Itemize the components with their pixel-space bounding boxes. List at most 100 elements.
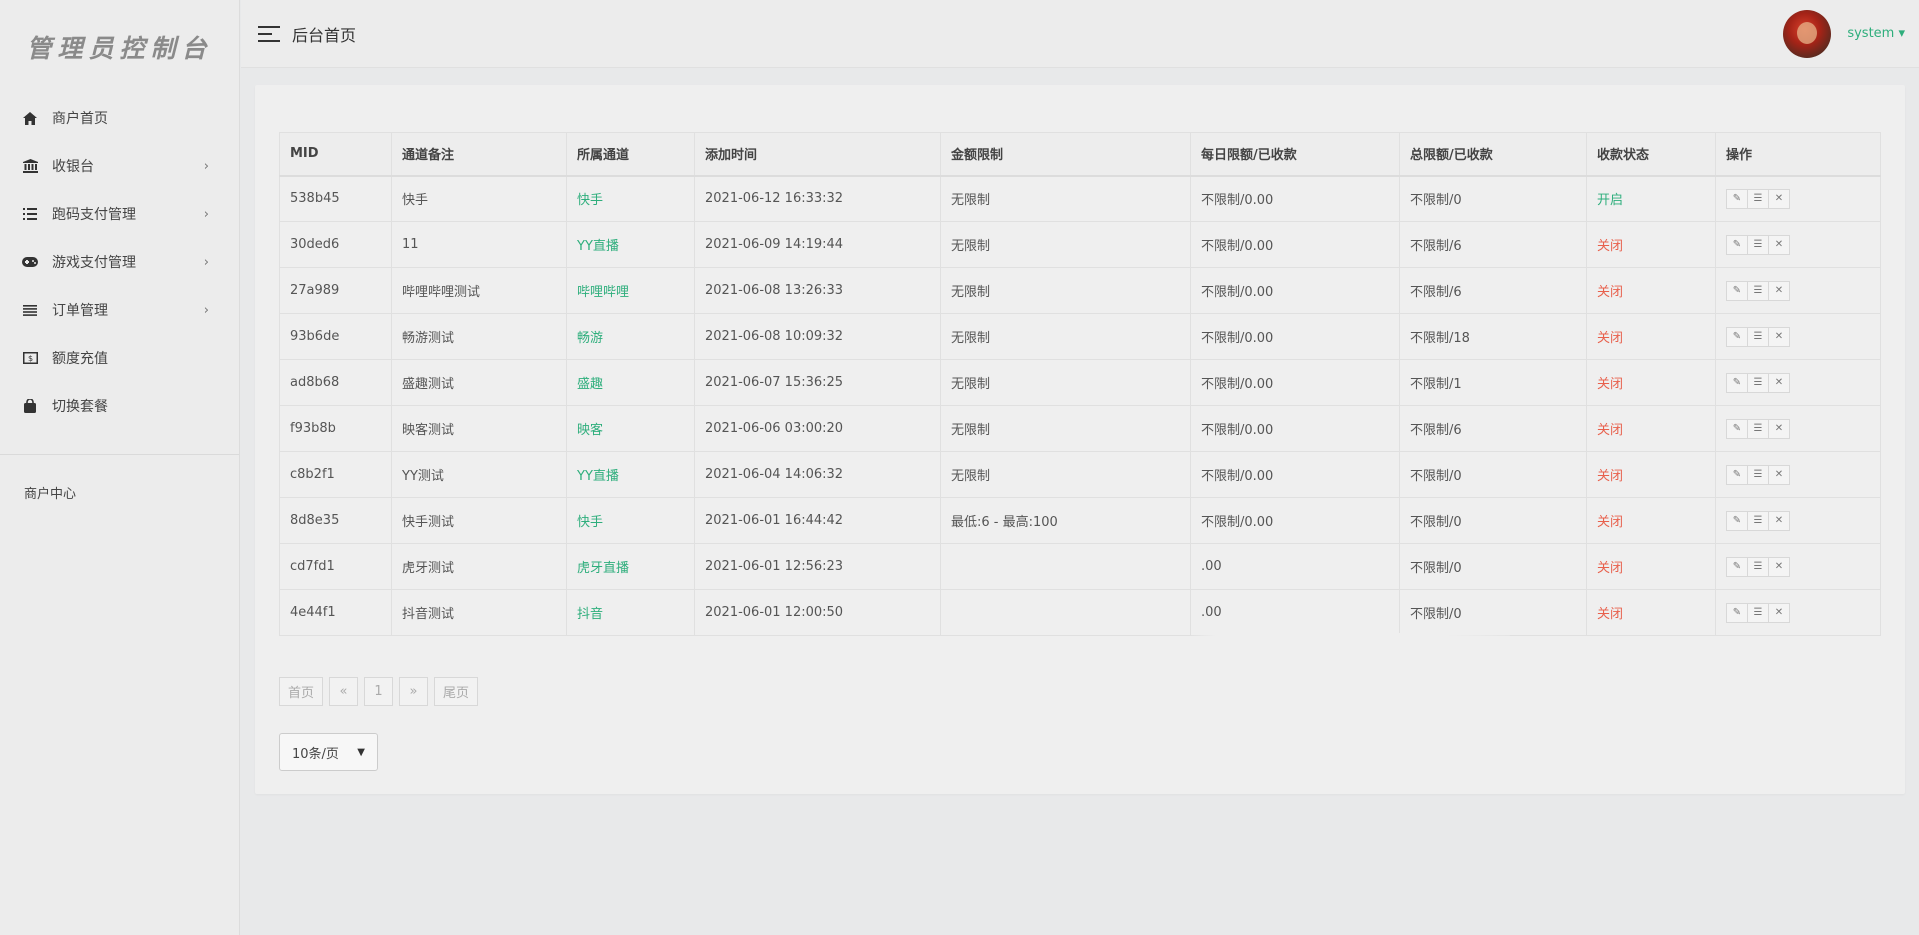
edit-icon: ✎ [1732, 239, 1742, 250]
delete-button[interactable]: ✕ [1768, 418, 1790, 439]
delete-button[interactable]: ✕ [1768, 234, 1790, 255]
table-row: f93b8b 映客测试 映客 2021-06-06 03:00:20 无限制 不限制/0.… [279, 405, 1881, 452]
delete-icon: ✕ [1774, 331, 1784, 342]
chevron-down-icon: ▼ [357, 746, 365, 758]
delete-icon: ✕ [1774, 423, 1784, 434]
detail-button[interactable]: ☰ [1747, 464, 1769, 485]
cell-amount-limit: 无限制 [940, 405, 1191, 452]
edit-button[interactable]: ✎ [1726, 602, 1748, 623]
edit-button[interactable]: ✎ [1726, 234, 1748, 255]
cell-mid: 27a989 [279, 267, 392, 314]
cell-mid: cd7fd1 [279, 543, 392, 590]
sidebar-item-orders[interactable]: 订单管理 › [0, 286, 239, 334]
last-page-button[interactable]: 尾页 [434, 677, 479, 706]
table-row: 30ded6 11 YY直播 2021-06-09 14:19:44 无限制 不限制/0.… [279, 221, 1881, 268]
edit-button[interactable]: ✎ [1726, 372, 1748, 393]
sidebar-item-label: 跑码支付管理 [52, 207, 136, 223]
sidebar-menu: 商户首页 收银台 › 跑码支付管理 › 游戏支付管理 › 订单管理 › $ 额度… [0, 94, 239, 430]
detail-button[interactable]: ☰ [1747, 280, 1769, 301]
delete-button[interactable]: ✕ [1768, 510, 1790, 531]
cell-total-limit: 不限制/0 [1399, 497, 1587, 544]
cell-channel: 快手 [566, 175, 695, 222]
detail-button[interactable]: ☰ [1747, 602, 1769, 623]
cell-amount-limit [940, 589, 1191, 636]
edit-icon: ✎ [1732, 331, 1742, 342]
cell-daily-limit: 不限制/0.00 [1190, 405, 1400, 452]
detail-button[interactable]: ☰ [1747, 326, 1769, 347]
detail-button[interactable]: ☰ [1747, 372, 1769, 393]
table-row: 27a989 哔哩哔哩测试 哔哩哔哩 2021-06-08 13:26:33 无限制 不限… [279, 267, 1881, 314]
delete-button[interactable]: ✕ [1768, 280, 1790, 301]
edit-button[interactable]: ✎ [1726, 556, 1748, 577]
cell-actions: ✎ ☰ ✕ [1715, 589, 1881, 636]
edit-icon: ✎ [1732, 377, 1742, 388]
sidebar-item-code-payment[interactable]: 跑码支付管理 › [0, 190, 239, 238]
edit-button[interactable]: ✎ [1726, 510, 1748, 531]
username-label: system [1847, 26, 1895, 41]
delete-button[interactable]: ✕ [1768, 602, 1790, 623]
cell-remark: YY测试 [391, 451, 567, 498]
detail-icon: ☰ [1753, 239, 1763, 250]
column-header-status: 收款状态 [1586, 132, 1716, 177]
cell-time: 2021-06-06 03:00:20 [694, 405, 941, 452]
sidebar-item-recharge[interactable]: $ 额度充值 [0, 334, 239, 382]
detail-button[interactable]: ☰ [1747, 556, 1769, 577]
detail-icon: ☰ [1753, 561, 1763, 572]
table-row: 538b45 快手 快手 2021-06-12 16:33:32 无限制 不限制/0.00… [279, 175, 1881, 222]
cell-actions: ✎ ☰ ✕ [1715, 359, 1881, 406]
edit-button[interactable]: ✎ [1726, 326, 1748, 347]
bank-icon [22, 158, 38, 174]
cell-time: 2021-06-01 12:56:23 [694, 543, 941, 590]
delete-button[interactable]: ✕ [1768, 372, 1790, 393]
cell-channel: 映客 [566, 405, 695, 452]
detail-button[interactable]: ☰ [1747, 510, 1769, 531]
content-panel: MID 通道备注 所属通道 添加时间 金额限制 每日限额/已收款 总限额/已收款… [255, 85, 1905, 794]
page-number-button[interactable]: 1 [364, 677, 394, 706]
edit-button[interactable]: ✎ [1726, 464, 1748, 485]
next-page-button[interactable]: » [399, 677, 429, 706]
sidebar-item-switch-plan[interactable]: 切换套餐 [0, 382, 239, 430]
edit-button[interactable]: ✎ [1726, 188, 1748, 209]
table-header-row: MID 通道备注 所属通道 添加时间 金额限制 每日限额/已收款 总限额/已收款… [279, 132, 1881, 177]
sidebar-item-cashier[interactable]: 收银台 › [0, 142, 239, 190]
detail-button[interactable]: ☰ [1747, 188, 1769, 209]
detail-button[interactable]: ☰ [1747, 418, 1769, 439]
cell-actions: ✎ ☰ ✕ [1715, 313, 1881, 360]
cell-total-limit: 不限制/0 [1399, 451, 1587, 498]
user-menu[interactable]: system ▾ [1847, 26, 1905, 41]
detail-button[interactable]: ☰ [1747, 234, 1769, 255]
cell-status: 关闭 [1586, 543, 1716, 590]
prev-page-button[interactable]: « [329, 677, 359, 706]
edit-button[interactable]: ✎ [1726, 418, 1748, 439]
cell-status: 关闭 [1586, 405, 1716, 452]
delete-icon: ✕ [1774, 285, 1784, 296]
page-size-select[interactable]: 10条/页 ▼ [279, 733, 378, 771]
chevron-right-icon: › [203, 206, 209, 222]
table-row: ad8b68 盛趣测试 盛趣 2021-06-07 15:36:25 无限制 不限制/0.… [279, 359, 1881, 406]
row-actions: ✎ ☰ ✕ [1726, 234, 1790, 255]
cell-time: 2021-06-01 12:00:50 [694, 589, 941, 636]
menu-toggle-icon[interactable] [258, 25, 280, 42]
cell-time: 2021-06-08 13:26:33 [694, 267, 941, 314]
row-actions: ✎ ☰ ✕ [1726, 326, 1790, 347]
edit-icon: ✎ [1732, 423, 1742, 434]
edit-button[interactable]: ✎ [1726, 280, 1748, 301]
sidebar-item-game-payment[interactable]: 游戏支付管理 › [0, 238, 239, 286]
cell-mid: 30ded6 [279, 221, 392, 268]
delete-button[interactable]: ✕ [1768, 464, 1790, 485]
chevron-right-icon: › [203, 158, 209, 174]
first-page-button[interactable]: 首页 [279, 677, 324, 706]
sidebar-section-merchant-center[interactable]: 商户中心 [0, 455, 239, 530]
sidebar-item-merchant-home[interactable]: 商户首页 [0, 94, 239, 142]
delete-icon: ✕ [1774, 239, 1784, 250]
edit-icon: ✎ [1732, 469, 1742, 480]
delete-button[interactable]: ✕ [1768, 556, 1790, 577]
avatar[interactable] [1783, 9, 1832, 58]
cell-remark: 11 [391, 221, 567, 268]
delete-button[interactable]: ✕ [1768, 326, 1790, 347]
app-logo: 管理员控制台 [26, 34, 213, 63]
row-actions: ✎ ☰ ✕ [1726, 556, 1790, 577]
delete-button[interactable]: ✕ [1768, 188, 1790, 209]
edit-icon: ✎ [1732, 285, 1742, 296]
cell-actions: ✎ ☰ ✕ [1715, 267, 1881, 314]
